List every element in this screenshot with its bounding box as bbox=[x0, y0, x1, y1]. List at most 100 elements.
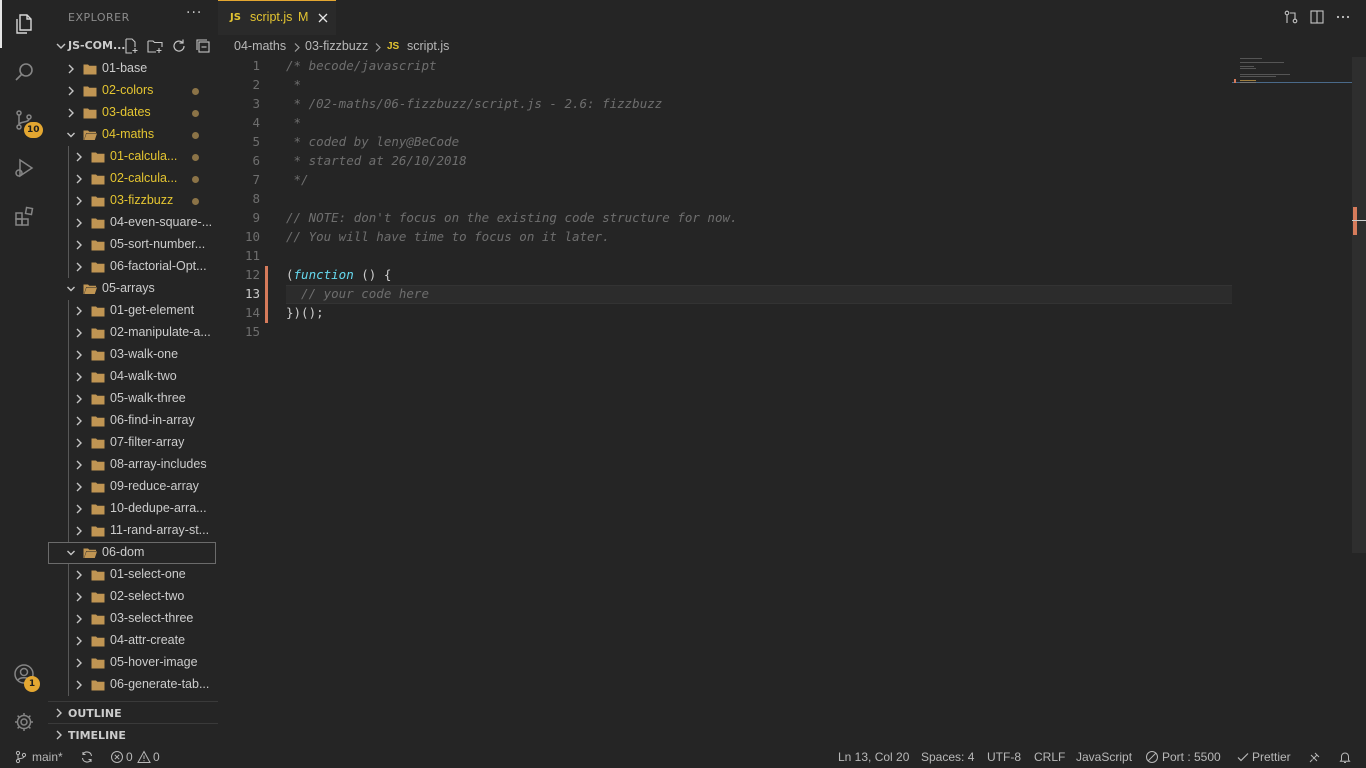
indent-guide bbox=[68, 212, 69, 234]
tree-folder-row[interactable]: 05-sort-number... bbox=[48, 234, 216, 256]
new-file-icon[interactable] bbox=[123, 38, 139, 54]
tree-folder-row[interactable]: 06-generate-tab... bbox=[48, 674, 216, 696]
tree-folder-row[interactable]: 06-find-in-array bbox=[48, 410, 216, 432]
source-control-icon[interactable]: 10 bbox=[0, 96, 48, 144]
chevron-right-icon bbox=[76, 438, 82, 448]
settings-gear-icon[interactable] bbox=[0, 698, 48, 746]
indent-guide bbox=[68, 410, 69, 432]
tree-folder-row[interactable]: 01-select-one bbox=[48, 564, 216, 586]
tree-folder-row[interactable]: 04-even-square-... bbox=[48, 212, 216, 234]
indent-guide bbox=[68, 366, 69, 388]
outline-section[interactable]: OUTLINE bbox=[48, 702, 218, 724]
extensions-icon[interactable] bbox=[0, 192, 48, 240]
accounts-icon[interactable]: 1 bbox=[0, 650, 48, 698]
end-of-line[interactable]: CRLF bbox=[1034, 750, 1065, 764]
folder-icon bbox=[91, 526, 105, 537]
tree-folder-row[interactable]: 11-rand-array-st... bbox=[48, 520, 216, 542]
git-branch-status[interactable]: main* bbox=[32, 750, 63, 764]
error-icon[interactable] bbox=[110, 750, 124, 764]
tree-folder-row[interactable]: 06-factorial-Opt... bbox=[48, 256, 216, 278]
tab-script-js[interactable]: JS script.js M bbox=[218, 0, 336, 35]
refresh-icon[interactable] bbox=[171, 38, 187, 54]
modified-dot bbox=[192, 176, 199, 183]
code-text: * coded by leny@BeCode bbox=[286, 134, 460, 149]
indentation[interactable]: Spaces: 4 bbox=[921, 750, 974, 764]
language-mode[interactable]: JavaScript bbox=[1076, 750, 1132, 764]
views-more-actions-button[interactable]: ··· bbox=[186, 5, 202, 21]
code-editor[interactable]: 1/* becode/javascript 2 * 3 * /02-maths/06… bbox=[218, 57, 1232, 746]
new-folder-icon[interactable] bbox=[147, 38, 163, 54]
tree-folder-row[interactable]: 09-reduce-array bbox=[48, 476, 216, 498]
open-changes-icon[interactable] bbox=[1283, 9, 1299, 25]
folder-icon bbox=[91, 196, 105, 207]
tree-folder-row[interactable]: 10-dedupe-arra... bbox=[48, 498, 216, 520]
run-debug-icon[interactable] bbox=[0, 144, 48, 192]
indent-guide bbox=[68, 322, 69, 344]
warning-count[interactable]: 0 bbox=[153, 750, 160, 764]
indent-guide bbox=[68, 300, 69, 322]
tree-folder-row[interactable]: 05-hover-image bbox=[48, 652, 216, 674]
code-line: 9 // NOTE: don't focus on the existing co… bbox=[218, 209, 1232, 228]
status-bar: main* 0 0 Ln 13, Col 20 Spaces: 4 UTF-8 … bbox=[0, 746, 1366, 768]
tree-folder-row[interactable]: 05-arrays bbox=[48, 278, 216, 300]
warning-icon[interactable] bbox=[137, 750, 151, 764]
tree-folder-row[interactable]: 04-attr-create bbox=[48, 630, 216, 652]
indent-guide bbox=[68, 564, 69, 586]
vertical-scrollbar[interactable] bbox=[1352, 57, 1366, 553]
breadcrumb-item[interactable]: 03-fizzbuzz bbox=[305, 39, 368, 53]
tree-folder-row[interactable]: 04-walk-two bbox=[48, 366, 216, 388]
chevron-right-icon bbox=[76, 196, 82, 206]
tree-folder-row[interactable]: 02-calcula... bbox=[48, 168, 216, 190]
feedback-icon[interactable] bbox=[1308, 750, 1322, 764]
tree-folder-row[interactable]: 03-select-three bbox=[48, 608, 216, 630]
chevron-right-icon bbox=[76, 306, 82, 316]
folder-icon bbox=[91, 592, 105, 603]
tree-folder-row[interactable]: 02-colors bbox=[48, 80, 216, 102]
more-actions-icon[interactable] bbox=[1335, 9, 1351, 25]
indent-guide bbox=[68, 168, 69, 190]
live-server-port[interactable]: Port : 5500 bbox=[1162, 750, 1221, 764]
collapse-all-icon[interactable] bbox=[195, 38, 211, 54]
tree-folder-label: 02-colors bbox=[102, 83, 154, 97]
tree-folder-label: 04-attr-create bbox=[110, 633, 186, 647]
prettier-status[interactable]: Prettier bbox=[1252, 750, 1291, 764]
search-icon[interactable] bbox=[0, 48, 48, 96]
code-line: 4 * bbox=[218, 114, 1232, 133]
tree-folder-row[interactable]: 03-fizzbuzz bbox=[48, 190, 216, 212]
minimap[interactable] bbox=[1232, 57, 1352, 117]
sync-icon[interactable] bbox=[80, 750, 94, 764]
encoding[interactable]: UTF-8 bbox=[987, 750, 1021, 764]
timeline-section[interactable]: TIMELINE bbox=[48, 724, 218, 746]
code-text: (function () { bbox=[286, 267, 391, 282]
tree-folder-row[interactable]: 06-dom bbox=[48, 542, 216, 564]
notifications-bell-icon[interactable] bbox=[1338, 750, 1352, 764]
tree-folder-row[interactable]: 02-select-two bbox=[48, 586, 216, 608]
modified-dot bbox=[192, 88, 199, 95]
tree-folder-row[interactable]: 01-calcula... bbox=[48, 146, 216, 168]
tree-folder-label: 06-find-in-array bbox=[110, 413, 195, 427]
tree-folder-row[interactable]: 08-array-includes bbox=[48, 454, 216, 476]
explorer-icon[interactable] bbox=[0, 0, 48, 48]
breadcrumb-item[interactable]: 04-maths bbox=[234, 39, 286, 53]
split-editor-icon[interactable] bbox=[1309, 9, 1325, 25]
tree-folder-label: 11-rand-array-st... bbox=[110, 523, 210, 537]
tree-folder-label: 09-reduce-array bbox=[110, 479, 199, 493]
line-number: 8 bbox=[252, 191, 260, 206]
breadcrumb-item[interactable]: script.js bbox=[407, 39, 449, 53]
scrollbar-change-marker bbox=[1353, 207, 1357, 235]
tree-folder-row[interactable]: 01-base bbox=[48, 58, 216, 80]
close-icon[interactable] bbox=[317, 12, 329, 24]
tree-folder-row[interactable]: 04-maths bbox=[48, 124, 216, 146]
tree-folder-label: 05-sort-number... bbox=[110, 237, 206, 251]
tree-folder-row[interactable]: 03-dates bbox=[48, 102, 216, 124]
tree-folder-row[interactable]: 01-get-element bbox=[48, 300, 216, 322]
tree-folder-row[interactable]: 05-walk-three bbox=[48, 388, 216, 410]
error-count[interactable]: 0 bbox=[126, 750, 133, 764]
breadcrumb: 04-maths 03-fizzbuzz JS script.js bbox=[218, 36, 1118, 58]
tree-folder-row[interactable]: 02-manipulate-a... bbox=[48, 322, 216, 344]
chevron-right-icon bbox=[76, 570, 82, 580]
tree-folder-row[interactable]: 07-filter-array bbox=[48, 432, 216, 454]
cursor-position[interactable]: Ln 13, Col 20 bbox=[838, 750, 909, 764]
tree-folder-row[interactable]: 03-walk-one bbox=[48, 344, 216, 366]
workspace-header[interactable]: JS-COM... bbox=[48, 35, 218, 57]
